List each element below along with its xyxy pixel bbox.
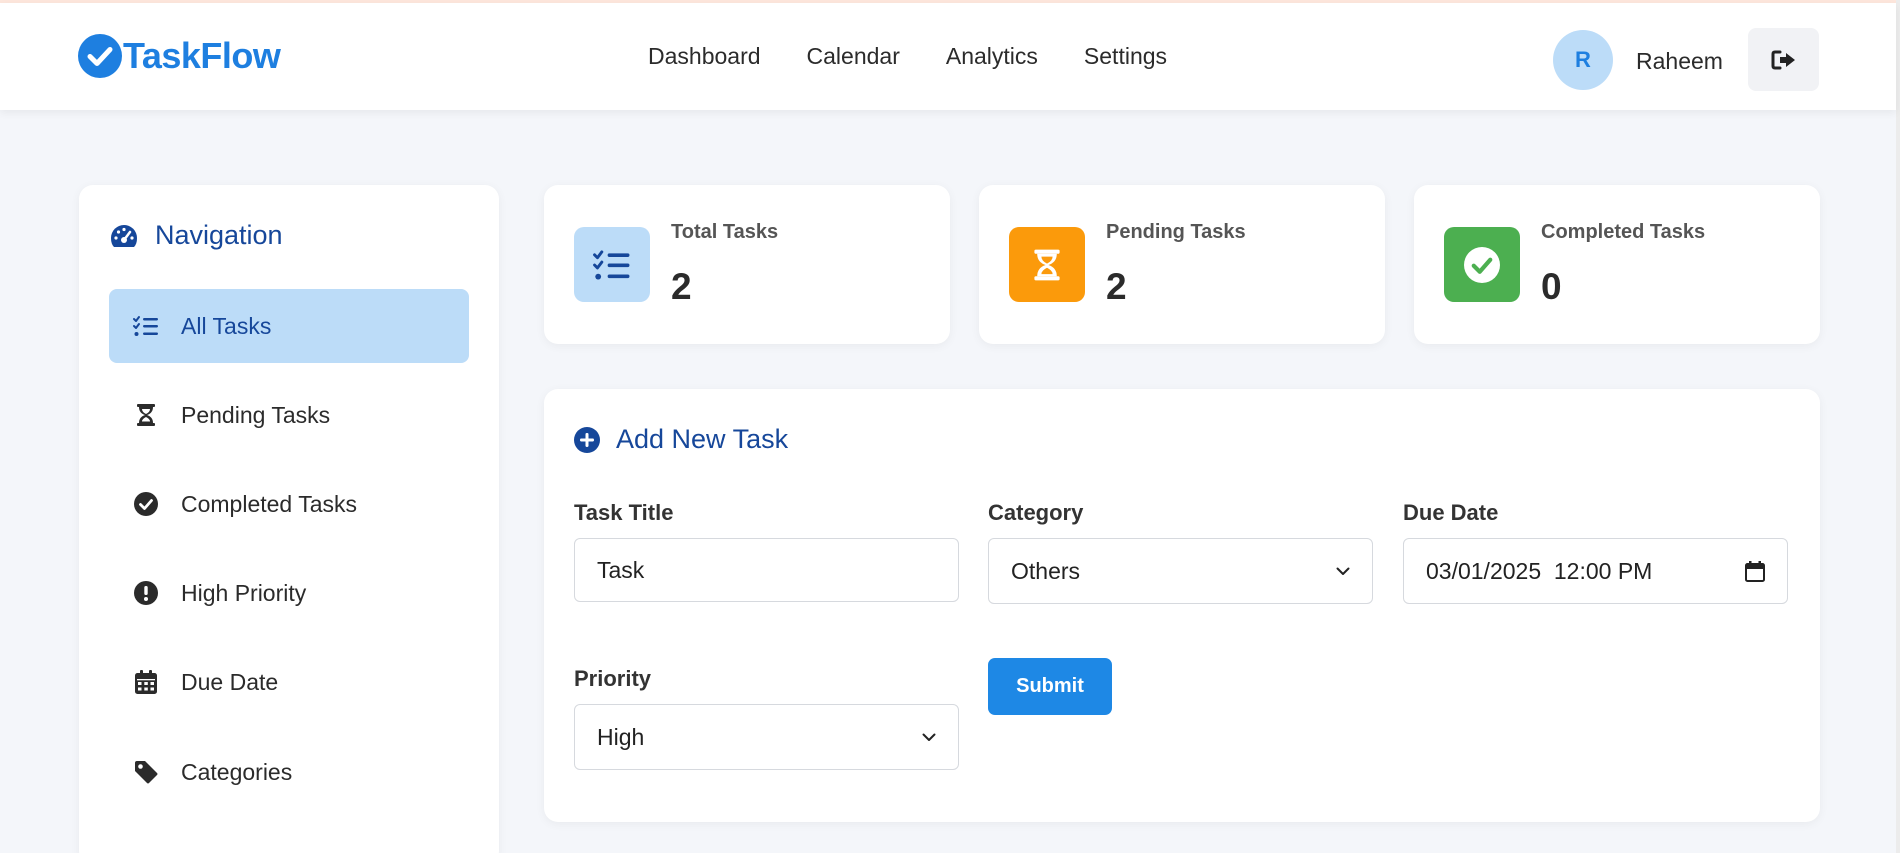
chevron-down-icon: [1336, 567, 1350, 575]
logout-button[interactable]: [1748, 28, 1819, 91]
check-circle-icon: [1464, 246, 1500, 283]
stat-card-total-tasks: Total Tasks 2: [544, 185, 950, 344]
nav-dashboard[interactable]: Dashboard: [648, 43, 761, 70]
panel-header: Add New Task: [574, 424, 788, 455]
add-task-panel: Add New Task Task Title Task Category Ot…: [544, 389, 1820, 822]
task-title-label: Task Title: [574, 500, 674, 525]
stat-label: Total Tasks: [671, 221, 779, 243]
stat-card-completed-tasks: Completed Tasks 0: [1414, 185, 1820, 344]
list-check-icon: [593, 249, 630, 280]
panel-title: Add New Task: [616, 424, 789, 454]
avatar[interactable]: R: [1553, 30, 1613, 90]
stat-badge: [1009, 227, 1085, 302]
nav-settings[interactable]: Settings: [1084, 43, 1167, 70]
chevron-down-icon: [922, 733, 936, 741]
hourglass-icon: [137, 404, 155, 426]
exclamation-circle-icon: [134, 581, 158, 605]
priority-label: Priority: [574, 666, 652, 691]
sidebar-item-completed-tasks[interactable]: Completed Tasks: [109, 467, 469, 541]
top-header: TaskFlow Dashboard Calendar Analytics Se…: [0, 3, 1896, 110]
list-check-icon: [133, 316, 158, 336]
user-name: Raheem: [1636, 48, 1723, 74]
priority-select[interactable]: High: [574, 704, 959, 770]
sidebar-item-high-priority[interactable]: High Priority: [109, 556, 469, 630]
submit-button[interactable]: Submit: [988, 658, 1112, 715]
sidebar-item-label: Categories: [181, 758, 293, 785]
category-label: Category: [988, 500, 1084, 525]
due-date-value: 03/01/2025 12:00 PM: [1426, 557, 1653, 584]
sidebar-item-all-tasks[interactable]: All Tasks: [109, 289, 469, 363]
sign-out-icon: [1771, 50, 1795, 69]
stat-value: 2: [1106, 266, 1127, 307]
stat-value: 2: [671, 266, 692, 307]
stat-label: Pending Tasks: [1106, 221, 1246, 243]
check-circle-icon: [134, 492, 158, 516]
sidebar-header: Navigation: [109, 220, 283, 251]
stat-label: Completed Tasks: [1541, 221, 1706, 243]
nav-analytics[interactable]: Analytics: [946, 43, 1038, 70]
sidebar-item-due-date[interactable]: Due Date: [109, 645, 469, 719]
task-title-input[interactable]: Task: [574, 538, 959, 602]
tag-icon: [135, 761, 158, 784]
sidebar-item-label: Completed Tasks: [181, 490, 357, 517]
scrollbar-track[interactable]: [1896, 0, 1900, 853]
due-date-input[interactable]: 03/01/2025 12:00 PM: [1403, 538, 1788, 604]
category-value: Others: [1011, 557, 1081, 584]
sidebar-item-categories[interactable]: Categories: [109, 735, 469, 809]
sidebar: Navigation All Tasks Pending Tasks Compl…: [79, 185, 499, 853]
sidebar-item-label: All Tasks: [181, 312, 272, 339]
calendar-icon[interactable]: [1745, 560, 1765, 582]
stat-value: 0: [1541, 266, 1562, 307]
sidebar-title: Navigation: [155, 220, 283, 250]
sidebar-item-label: Due Date: [181, 668, 279, 695]
sidebar-item-label: Pending Tasks: [181, 401, 331, 428]
app-logo[interactable]: TaskFlow: [78, 33, 281, 79]
stat-card-pending-tasks: Pending Tasks 2: [979, 185, 1385, 344]
app-name: TaskFlow: [123, 35, 281, 76]
sidebar-item-label: High Priority: [181, 579, 307, 606]
gauge-icon: [111, 224, 137, 247]
category-select[interactable]: Others: [988, 538, 1373, 604]
stat-badge: [1444, 227, 1520, 302]
main-nav: Dashboard Calendar Analytics Settings: [648, 43, 1167, 70]
nav-calendar[interactable]: Calendar: [807, 43, 900, 70]
check-circle-logo-icon: [78, 34, 122, 78]
sidebar-item-pending-tasks[interactable]: Pending Tasks: [109, 378, 469, 452]
calendar-icon: [135, 670, 157, 694]
hourglass-icon: [1034, 249, 1060, 280]
priority-value: High: [597, 723, 645, 750]
plus-circle-icon: [574, 426, 600, 453]
stat-badge: [574, 227, 650, 302]
due-date-label: Due Date: [1403, 500, 1499, 525]
task-title-value: Task: [597, 556, 645, 583]
